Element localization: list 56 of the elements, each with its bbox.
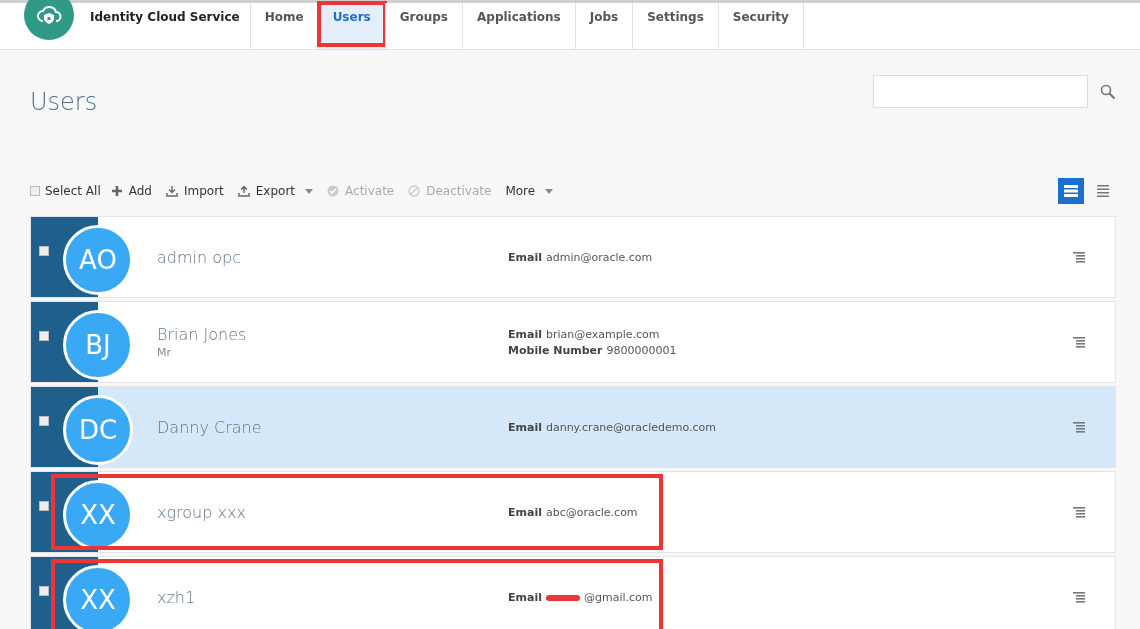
app-title: Identity Cloud Service [90,10,240,24]
check-circle-icon [327,185,340,197]
field-label: Mobile Number [508,343,603,359]
page-title: Users [30,88,98,116]
field-value: abc@oracle.com [545,505,638,521]
search-field[interactable] [873,75,1088,108]
user-name: xgroup xxx [157,502,247,522]
field-value: admin@oracle.com [545,250,653,266]
field-label: Email [508,590,542,606]
row-checkbox[interactable] [39,331,49,341]
user-name: Brian Jones [157,325,248,344]
user-name: xzh1 [157,587,197,607]
ban-icon [408,185,421,197]
download-icon [165,185,178,197]
field-value: danny.crane@oracledemo.com [545,420,716,436]
card-view-button[interactable] [1058,178,1084,204]
field-label: Email [508,505,542,521]
row-checkbox[interactable] [39,246,49,256]
toolbar-button[interactable]: Export [237,184,314,198]
menu-icon [1073,591,1085,603]
menu-icon [1073,251,1085,263]
field-label: Email [508,250,542,266]
user-card[interactable]: DC Danny Crane Email danny.crane@oracledemo.com [30,386,1116,468]
user-name: admin opc [157,247,242,267]
user-card[interactable]: XX xgroup xxx Email abc@oracle.com [30,471,1116,553]
user-card[interactable]: XX xzh1 Email @gmail.com [30,556,1116,629]
user-card[interactable]: AO admin opc Email admin@oracle.com [30,216,1116,298]
user-card[interactable]: BJ Brian Jones Mr Email brian@example.com Mobile Number 9800000001 [30,301,1116,383]
avatar: BJ [63,310,133,380]
plus-icon [110,185,123,197]
row-checkbox[interactable] [39,586,49,596]
field-value: 9800000001 [606,343,677,359]
row-checkbox[interactable] [39,416,49,426]
field-value: brian@example.com [545,327,660,343]
toolbar-button[interactable]: More [505,184,554,198]
field-label: Email [508,420,542,436]
field-label: Email [508,327,542,343]
field-value: @gmail.com [583,590,653,606]
nav-tab[interactable]: Users [317,3,385,49]
user-title: Mr [157,346,172,359]
row-checkbox[interactable] [39,501,49,511]
nav-tab[interactable]: Security [717,3,804,49]
rows-icon [1064,185,1078,197]
menu-icon [1073,506,1085,518]
toolbar-button[interactable]: Import [165,184,224,198]
menu-icon [1073,336,1085,348]
toolbar-button[interactable]: Add [110,184,152,198]
select-all-checkbox[interactable]: Select All [30,184,101,198]
upload-icon [237,185,250,197]
avatar: AO [63,225,133,295]
list-icon [1097,185,1109,197]
menu-icon [1073,421,1085,433]
search-icon [1100,83,1116,100]
avatar: XX [63,565,133,629]
user-name: Danny Crane [157,417,263,437]
avatar: DC [63,395,133,465]
